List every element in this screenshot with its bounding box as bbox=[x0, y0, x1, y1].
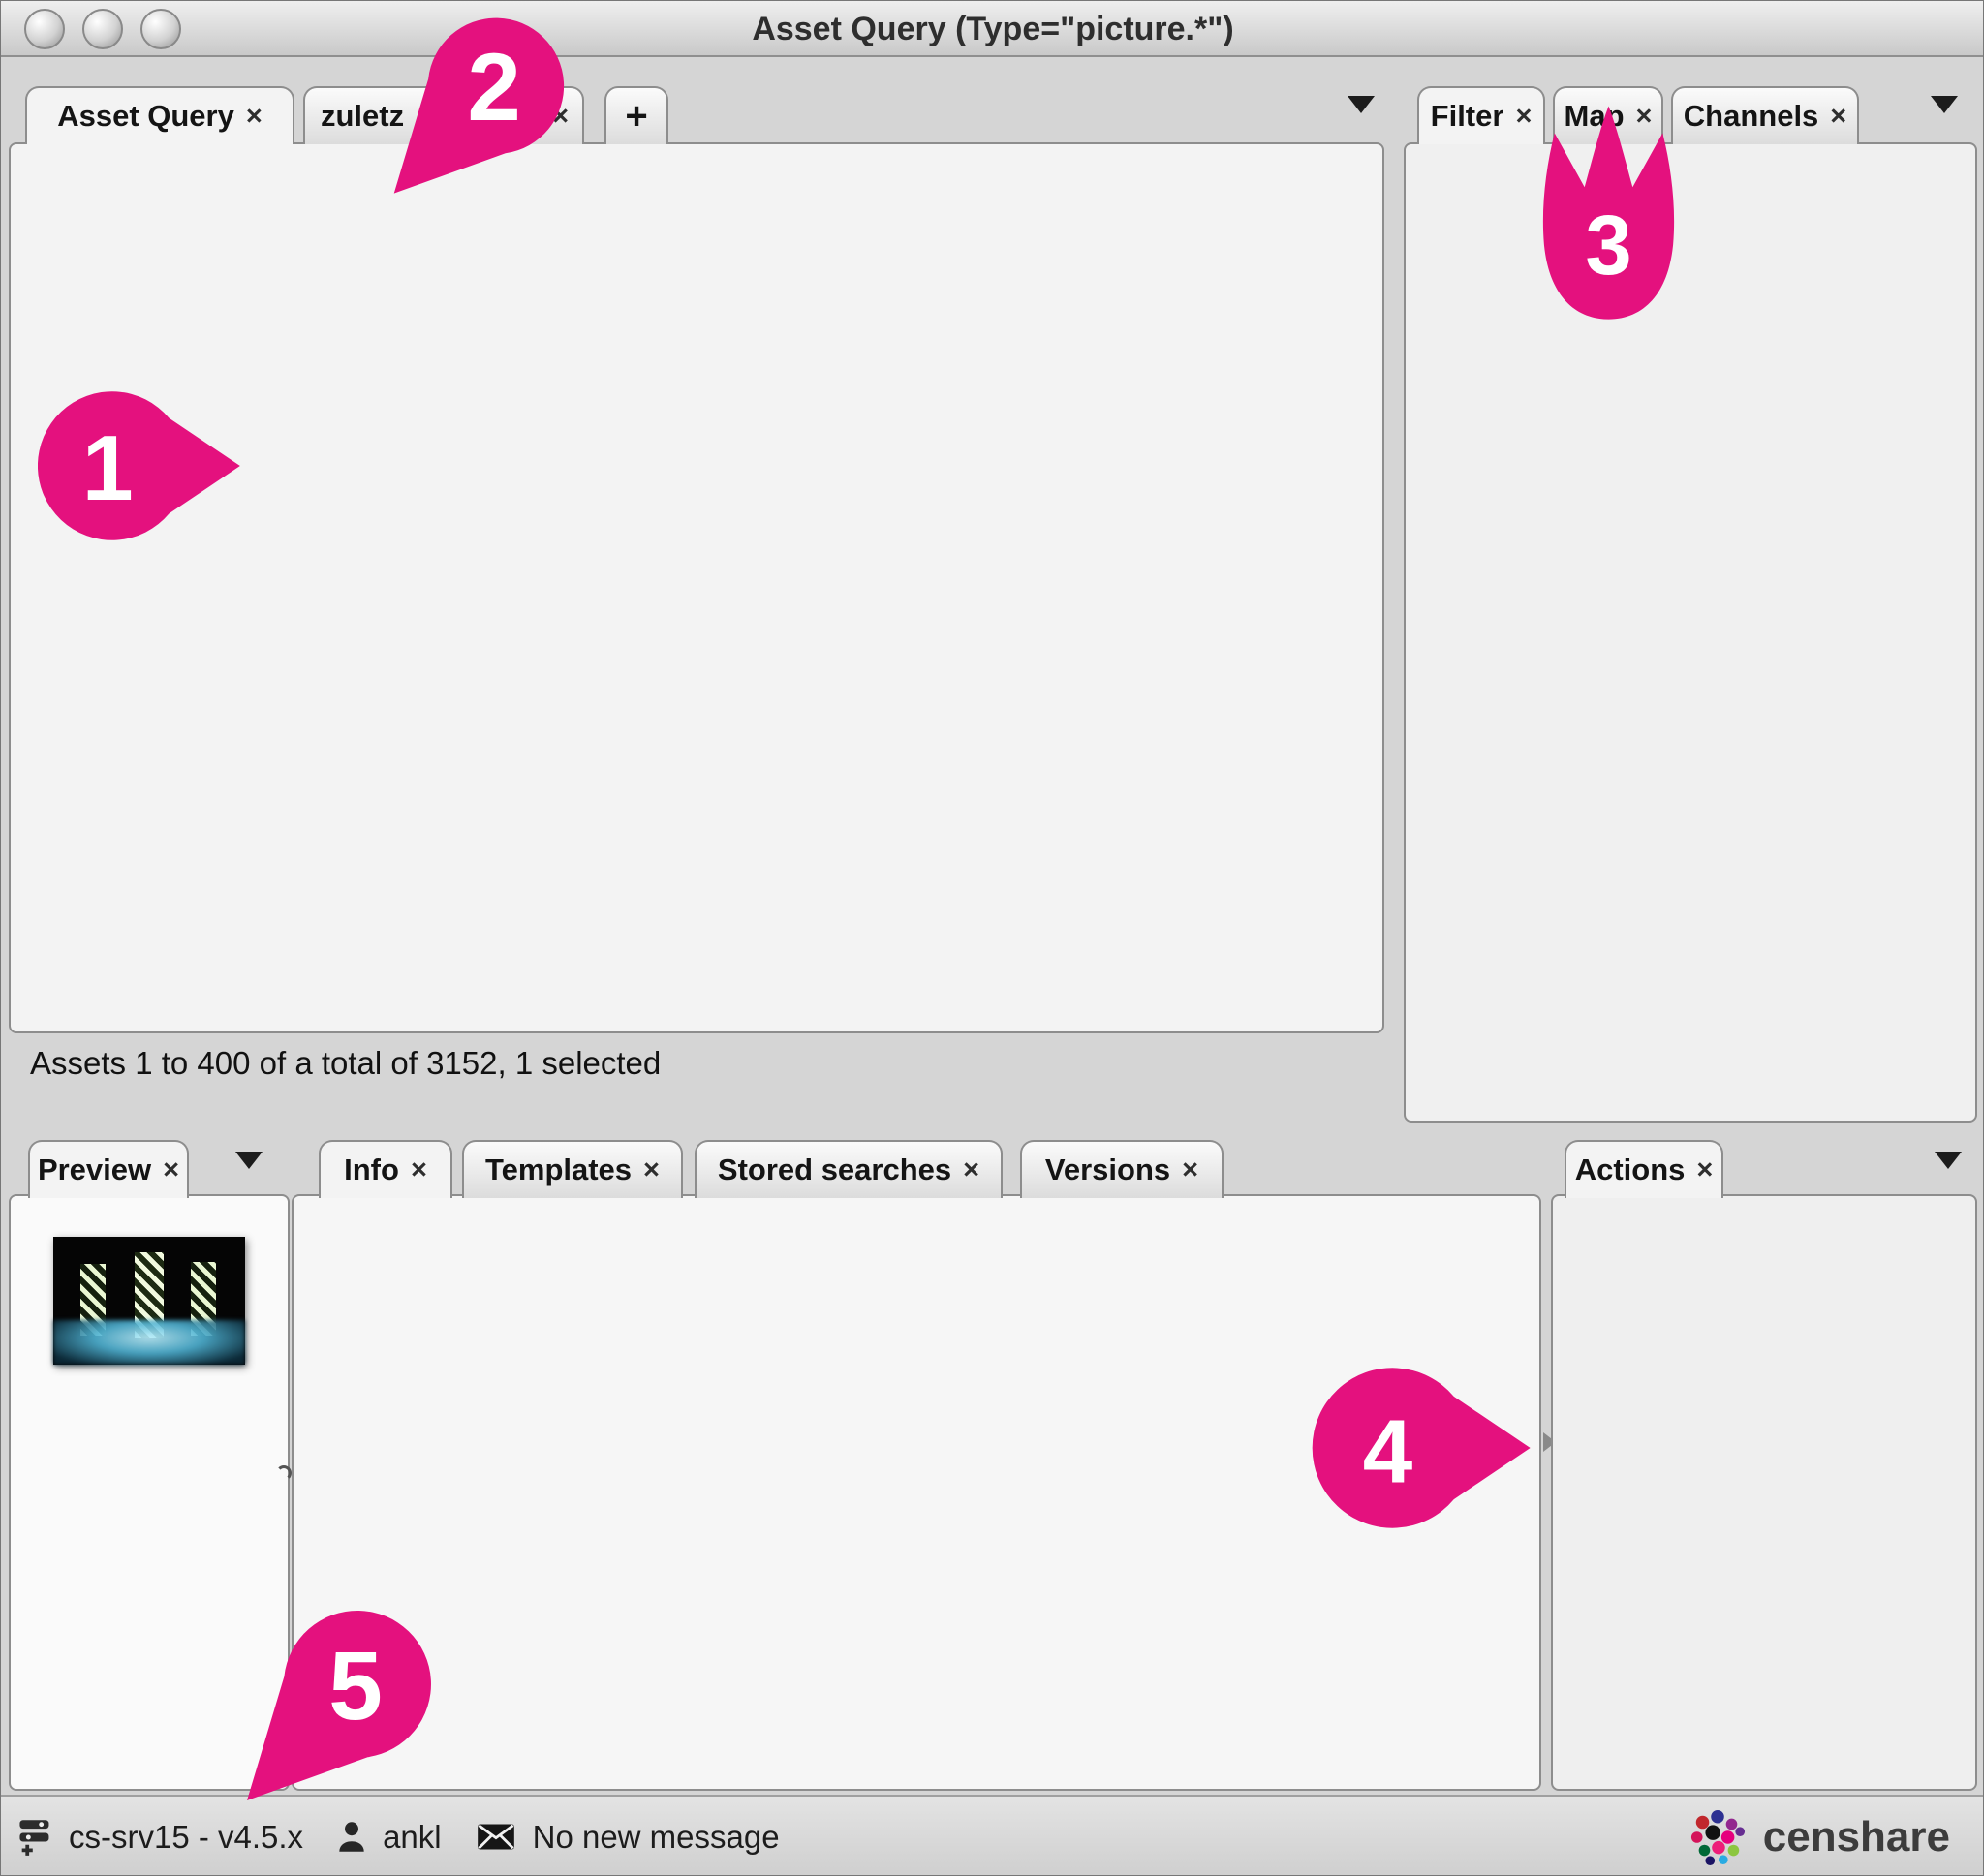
logged-in-user: ankl bbox=[383, 1819, 442, 1856]
tab-asset-query-label: Asset Query bbox=[57, 99, 234, 134]
callout-3-number: 3 bbox=[1585, 199, 1631, 292]
tab-templates-label: Templates bbox=[485, 1153, 632, 1187]
tab-preview[interactable]: Preview × bbox=[28, 1140, 189, 1198]
tab-filter[interactable]: Filter × bbox=[1417, 86, 1545, 144]
censhare-window: Asset Query (Type="picture.*") Asset Que… bbox=[0, 0, 1984, 1876]
tab-close-icon[interactable]: × bbox=[963, 1154, 979, 1186]
filter-tab-dropdown-icon[interactable] bbox=[1931, 96, 1958, 113]
tab-close-icon[interactable]: × bbox=[1515, 101, 1532, 133]
callout-2-number: 2 bbox=[467, 34, 520, 141]
actions-panel bbox=[1551, 1194, 1977, 1791]
tab-templates[interactable]: Templates × bbox=[462, 1140, 683, 1198]
tab-close-icon[interactable]: × bbox=[411, 1154, 427, 1186]
server-status: cs-srv15 - v4.5.x bbox=[69, 1819, 303, 1856]
tab-preview-label: Preview bbox=[38, 1153, 151, 1187]
pane-splitter-handle[interactable] bbox=[276, 1465, 292, 1481]
callout-4-number: 4 bbox=[1363, 1400, 1413, 1501]
callout-5-statusbar: 5 bbox=[241, 1607, 435, 1808]
tab-actions-label: Actions bbox=[1575, 1153, 1686, 1187]
preview-tab-dropdown-icon[interactable] bbox=[235, 1152, 263, 1169]
filter-panel bbox=[1404, 142, 1977, 1123]
tab-add-button[interactable]: + bbox=[604, 86, 668, 144]
tab-filter-label: Filter bbox=[1431, 99, 1504, 134]
window-title: Asset Query (Type="picture.*") bbox=[1, 11, 1984, 48]
callout-1-number: 1 bbox=[82, 417, 134, 520]
tab-stored-searches-label: Stored searches bbox=[718, 1153, 951, 1187]
tab-info-label: Info bbox=[344, 1153, 399, 1187]
server-icon bbox=[18, 1818, 51, 1857]
tab-overflow-dropdown-icon[interactable] bbox=[1348, 96, 1375, 113]
tab-close-icon[interactable]: × bbox=[1182, 1154, 1198, 1186]
tab-actions[interactable]: Actions × bbox=[1565, 1140, 1723, 1198]
mail-icon[interactable] bbox=[477, 1823, 515, 1851]
tab-channels[interactable]: Channels × bbox=[1671, 86, 1859, 144]
callout-5-number: 5 bbox=[328, 1632, 383, 1740]
plus-icon: + bbox=[625, 95, 647, 138]
title-bar: Asset Query (Type="picture.*") bbox=[1, 1, 1984, 57]
callout-3-map-tab: 3 bbox=[1534, 100, 1684, 323]
callout-2-toolbar: 2 bbox=[388, 15, 568, 200]
asset-query-panel bbox=[9, 142, 1384, 1033]
tab-close-icon[interactable]: × bbox=[246, 101, 263, 133]
censhare-logo-icon bbox=[1690, 1809, 1746, 1865]
message-status: No new message bbox=[533, 1819, 780, 1856]
user-icon bbox=[338, 1821, 365, 1853]
censhare-brand-label: censhare bbox=[1763, 1813, 1950, 1861]
result-count-status: Assets 1 to 400 of a total of 3152, 1 se… bbox=[30, 1045, 661, 1082]
tab-versions-label: Versions bbox=[1045, 1153, 1170, 1187]
tab-close-icon[interactable]: × bbox=[643, 1154, 660, 1186]
callout-1-asset-list: 1 bbox=[38, 388, 246, 543]
callout-4-actions: 4 bbox=[1311, 1365, 1538, 1531]
tab-channels-label: Channels bbox=[1684, 99, 1819, 134]
tab-close-icon[interactable]: × bbox=[1830, 101, 1846, 133]
tab-info[interactable]: Info × bbox=[319, 1140, 452, 1198]
actions-tab-dropdown-icon[interactable] bbox=[1935, 1152, 1962, 1169]
tab-close-icon[interactable]: × bbox=[163, 1154, 179, 1186]
tab-versions[interactable]: Versions × bbox=[1020, 1140, 1224, 1198]
preview-thumbnail[interactable] bbox=[53, 1237, 245, 1365]
tab-stored-searches[interactable]: Stored searches × bbox=[695, 1140, 1003, 1198]
tab-close-icon[interactable]: × bbox=[1696, 1154, 1713, 1186]
tab-asset-query[interactable]: Asset Query × bbox=[25, 86, 294, 144]
